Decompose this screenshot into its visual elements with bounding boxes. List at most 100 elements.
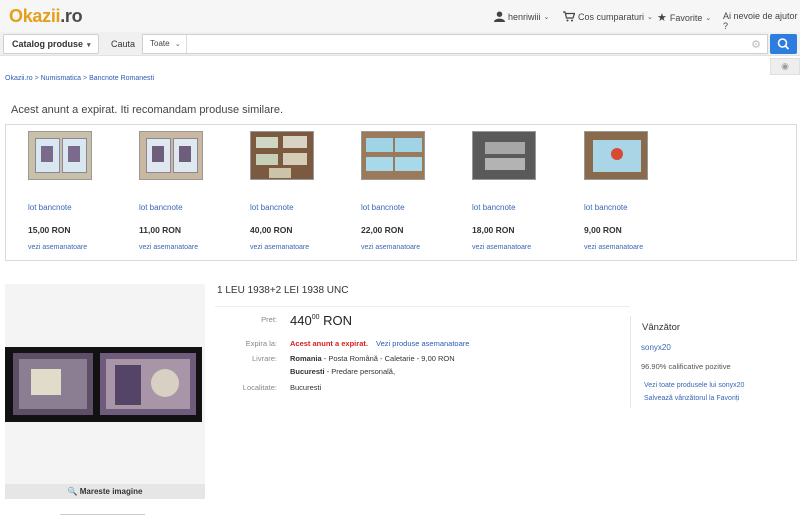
price-currency: RON — [323, 313, 353, 328]
top-bar: Okazii.ro henriwiii ⌄ Cos cumparaturi ⌄ … — [0, 0, 800, 32]
similar-product-link[interactable]: vezi asemanatoare — [361, 244, 420, 251]
expired-notice: Acest anunt a expirat. Iti recomandam pr… — [11, 104, 284, 116]
breadcrumb-separator: > — [83, 75, 88, 82]
similar-product-name[interactable]: lot bancnote — [250, 203, 294, 212]
similar-product-price: 40,00 RON — [250, 225, 293, 235]
seller-name[interactable]: sonyx20 — [641, 343, 671, 352]
similar-product-name[interactable]: lot bancnote — [584, 203, 628, 212]
search-button[interactable] — [770, 34, 797, 54]
location-label: Localitate: — [242, 383, 277, 392]
price-label: Pret: — [261, 315, 277, 324]
similar-products-link[interactable]: Vezi produse asemanatoare — [376, 339, 469, 348]
catalog-label: Catalog produse — [12, 39, 84, 49]
similar-product-card[interactable]: lot bancnote 40,00 RON vezi asemanatoare — [250, 131, 350, 251]
similar-product-link[interactable]: vezi asemanatoare — [139, 244, 198, 251]
seller-panel: Vânzător sonyx20 96.90% calificative poz… — [630, 316, 800, 408]
zoom-label: Mareste imagine — [79, 487, 143, 496]
delivery-city: Bucuresti — [290, 367, 325, 376]
product-title: 1 LEU 1938+2 LEI 1938 UNC — [217, 285, 349, 296]
magnifier-icon: 🔍 — [67, 487, 78, 496]
delivery-option: Romania - Posta Română - Caletarie - 9,0… — [290, 354, 455, 363]
product-thumbnail[interactable] — [361, 131, 425, 180]
similar-product-link[interactable]: vezi asemanatoare — [584, 244, 643, 251]
breadcrumb-numismatica[interactable]: Numismatica — [41, 75, 81, 82]
search-scope-select[interactable]: Toate ⌄ — [143, 35, 187, 53]
similar-product-link[interactable]: vezi asemanatoare — [28, 244, 87, 251]
breadcrumb: Okazii.ro > Numismatica > Bancnote Roman… — [5, 75, 154, 82]
product-thumbnail[interactable] — [584, 131, 648, 180]
cart-menu[interactable]: Cos cumparaturi ⌄ — [563, 11, 653, 22]
search-box: Toate ⌄ ⚙ — [142, 34, 768, 54]
similar-product-price: 15,00 RON — [28, 225, 71, 235]
delivery-method: - Posta Română - Caletarie - 9,00 RON — [321, 354, 455, 363]
product-price: 44000 RON — [290, 313, 352, 328]
expired-status: Acest anunt a expirat. — [290, 339, 368, 348]
cart-icon — [563, 11, 575, 22]
star-icon: ★ — [657, 12, 667, 24]
zoom-image-button[interactable]: 🔍 Mareste imagine — [5, 484, 205, 499]
similar-product-name[interactable]: lot bancnote — [361, 203, 405, 212]
help-link[interactable]: Ai nevoie de ajutor ? — [723, 11, 800, 31]
product-details: Pret: 44000 RON Expira la: Acest anunt a… — [215, 306, 630, 406]
expires-value: Acest anunt a expirat. Vezi produse asem… — [290, 339, 469, 348]
chevron-down-icon: ⌄ — [705, 14, 712, 22]
breadcrumb-home[interactable]: Okazii.ro — [5, 75, 33, 82]
favorites-menu[interactable]: ★ Favorite ⌄ — [657, 11, 711, 24]
delivery-country: Romania — [290, 354, 322, 363]
similar-product-link[interactable]: vezi asemanatoare — [250, 244, 309, 251]
similar-product-price: 22,00 RON — [361, 225, 404, 235]
save-seller-favorite-link[interactable]: Salvează vânzătorul la Favoriți — [644, 395, 739, 402]
similar-product-price: 11,00 RON — [139, 225, 182, 235]
site-logo[interactable]: Okazii.ro — [9, 6, 83, 27]
eye-icon[interactable]: ◉ — [770, 58, 800, 75]
product-photo[interactable] — [5, 347, 202, 422]
expires-label: Expira la: — [245, 339, 277, 348]
similar-product-link[interactable]: vezi asemanatoare — [472, 244, 531, 251]
search-input[interactable] — [189, 36, 729, 52]
search-label: Cauta — [111, 39, 136, 49]
similar-product-price: 18,00 RON — [472, 225, 515, 235]
similar-product-name[interactable]: lot bancnote — [139, 203, 183, 212]
similar-product-card[interactable]: lot bancnote 18,00 RON vezi asemanatoare — [472, 131, 572, 251]
product-thumbnail[interactable] — [139, 131, 203, 180]
chevron-down-icon: ⌄ — [543, 13, 550, 21]
breadcrumb-separator: > — [34, 75, 39, 82]
favorites-label: Favorite — [669, 12, 703, 23]
chevron-down-icon: ⌄ — [647, 13, 653, 21]
logo-tld: .ro — [60, 6, 83, 26]
seller-heading: Vânzător — [642, 322, 681, 333]
search-bar: Catalog produse ▾ Cauta Toate ⌄ ⚙ — [0, 32, 800, 56]
seller-all-products-link[interactable]: Vezi toate produsele lui sonyx20 — [644, 382, 744, 389]
similar-product-name[interactable]: lot bancnote — [28, 203, 72, 212]
user-menu[interactable]: henriwiii ⌄ — [494, 11, 549, 22]
product-thumbnail[interactable] — [28, 131, 92, 180]
user-icon — [494, 11, 505, 22]
cart-label: Cos cumparaturi — [578, 11, 645, 22]
breadcrumb-bancnote[interactable]: Bancnote Romanesti — [89, 75, 154, 82]
similar-product-card[interactable]: lot bancnote 22,00 RON vezi asemanatoare — [361, 131, 461, 251]
similar-product-card[interactable]: lot bancnote 9,00 RON vezi asemanatoare — [584, 131, 684, 251]
product-thumbnail[interactable] — [250, 131, 314, 180]
photo-thumbnail-strip[interactable] — [60, 514, 145, 519]
help-label: Ai nevoie de ajutor ? — [723, 11, 798, 31]
scope-value: Toate — [150, 39, 170, 48]
seller-rating: 96.90% calificative pozitive — [641, 362, 731, 371]
catalog-button[interactable]: Catalog produse ▾ — [3, 34, 99, 54]
search-icon — [777, 38, 790, 50]
gear-icon[interactable]: ⚙ — [751, 38, 761, 51]
delivery-option: Bucuresti - Predare personală, — [290, 367, 395, 376]
chevron-down-icon: ⌄ — [174, 41, 181, 48]
similar-products: lot bancnote 15,00 RON vezi asemanatoare… — [5, 124, 797, 261]
price-decimals: 00 — [311, 314, 320, 321]
similar-product-name[interactable]: lot bancnote — [472, 203, 516, 212]
caret-down-icon: ▾ — [87, 42, 91, 49]
user-name: henriwiii — [508, 11, 541, 22]
similar-product-card[interactable]: lot bancnote 11,00 RON vezi asemanatoare — [139, 131, 239, 251]
logo-text: Okazii — [9, 6, 61, 26]
delivery-label: Livrare: — [251, 354, 277, 363]
product-thumbnail[interactable] — [472, 131, 536, 180]
price-integer: 440 — [290, 313, 312, 328]
similar-product-card[interactable]: lot bancnote 15,00 RON vezi asemanatoare — [28, 131, 128, 251]
similar-product-price: 9,00 RON — [584, 225, 622, 235]
location-value: Bucuresti — [290, 383, 322, 392]
